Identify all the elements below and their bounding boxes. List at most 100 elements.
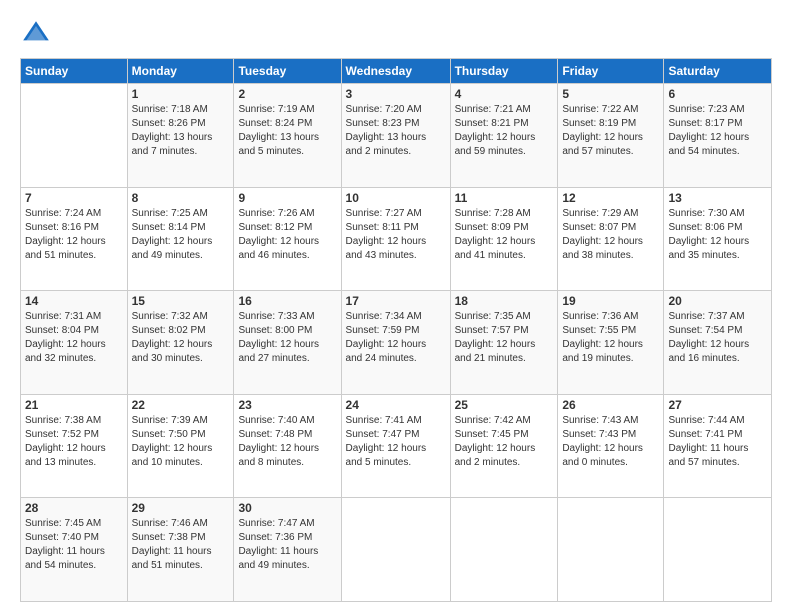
page: SundayMondayTuesdayWednesdayThursdayFrid… — [0, 0, 792, 612]
day-number: 7 — [25, 191, 123, 205]
calendar-cell: 4 Sunrise: 7:21 AM Sunset: 8:21 PM Daylig… — [450, 84, 558, 188]
day-info: Sunrise: 7:34 AM Sunset: 7:59 PM Dayligh… — [346, 310, 446, 366]
calendar-cell: 22Sunrise: 7:39 AM Sunset: 7:50 PM Dayli… — [127, 394, 234, 498]
calendar-cell: 7 Sunrise: 7:24 AM Sunset: 8:16 PM Daylig… — [21, 187, 128, 291]
logo-icon — [20, 18, 52, 50]
logo — [20, 18, 56, 50]
day-number: 30 — [238, 501, 336, 515]
calendar-cell: 24 Sunrise: 7:41 AM Sunset: 7:47 PM Dayli… — [341, 394, 450, 498]
day-number: 23 — [238, 398, 336, 412]
calendar-cell: 6Sunrise: 7:23 AM Sunset: 8:17 PM Daylig… — [664, 84, 772, 188]
calendar-day-header: Friday — [558, 59, 664, 84]
day-number: 21 — [25, 398, 123, 412]
calendar-header-row: SundayMondayTuesdayWednesdayThursdayFrid… — [21, 59, 772, 84]
header — [20, 18, 772, 50]
calendar-day-header: Saturday — [664, 59, 772, 84]
calendar-cell: 15 Sunrise: 7:32 AM Sunset: 8:02 PM Dayli… — [127, 291, 234, 395]
day-info: Sunrise: 7:30 AM Sunset: 8:06 PM Dayligh… — [668, 207, 767, 263]
day-number: 14 — [25, 294, 123, 308]
calendar-week-row: 21 Sunrise: 7:38 AM Sunset: 7:52 PM Dayli… — [21, 394, 772, 498]
calendar-cell: 23 Sunrise: 7:40 AM Sunset: 7:48 PM Dayli… — [234, 394, 341, 498]
day-info: Sunrise: 7:32 AM Sunset: 8:02 PM Dayligh… — [132, 310, 230, 366]
day-info: Sunrise: 7:37 AM Sunset: 7:54 PM Dayligh… — [668, 310, 767, 366]
day-number: 8 — [132, 191, 230, 205]
day-number: 15 — [132, 294, 230, 308]
calendar-week-row: 14 Sunrise: 7:31 AM Sunset: 8:04 PM Dayli… — [21, 291, 772, 395]
calendar-cell — [450, 498, 558, 602]
calendar-cell: 13 Sunrise: 7:30 AM Sunset: 8:06 PM Dayli… — [664, 187, 772, 291]
day-number: 28 — [25, 501, 123, 515]
day-number: 25 — [455, 398, 554, 412]
calendar-cell: 18 Sunrise: 7:35 AM Sunset: 7:57 PM Dayli… — [450, 291, 558, 395]
day-info: Sunrise: 7:20 AM Sunset: 8:23 PM Dayligh… — [346, 103, 446, 159]
day-number: 26 — [562, 398, 659, 412]
calendar-cell — [341, 498, 450, 602]
day-number: 18 — [455, 294, 554, 308]
day-info: Sunrise: 7:25 AM Sunset: 8:14 PM Dayligh… — [132, 207, 230, 263]
day-info: Sunrise: 7:26 AM Sunset: 8:12 PM Dayligh… — [238, 207, 336, 263]
day-info: Sunrise: 7:21 AM Sunset: 8:21 PM Dayligh… — [455, 103, 554, 159]
day-info: Sunrise: 7:27 AM Sunset: 8:11 PM Dayligh… — [346, 207, 446, 263]
calendar-cell: 12 Sunrise: 7:29 AM Sunset: 8:07 PM Dayli… — [558, 187, 664, 291]
calendar-cell: 28 Sunrise: 7:45 AM Sunset: 7:40 PM Dayli… — [21, 498, 128, 602]
day-info: Sunrise: 7:47 AM Sunset: 7:36 PM Dayligh… — [238, 517, 336, 573]
calendar-cell: 25 Sunrise: 7:42 AM Sunset: 7:45 PM Dayli… — [450, 394, 558, 498]
day-number: 19 — [562, 294, 659, 308]
day-number: 4 — [455, 87, 554, 101]
day-info: Sunrise: 7:31 AM Sunset: 8:04 PM Dayligh… — [25, 310, 123, 366]
calendar-cell: 1 Sunrise: 7:18 AM Sunset: 8:26 PM Daylig… — [127, 84, 234, 188]
calendar-cell: 5 Sunrise: 7:22 AM Sunset: 8:19 PM Daylig… — [558, 84, 664, 188]
day-number: 9 — [238, 191, 336, 205]
day-number: 10 — [346, 191, 446, 205]
calendar-cell: 2Sunrise: 7:19 AM Sunset: 8:24 PM Daylig… — [234, 84, 341, 188]
day-info: Sunrise: 7:19 AM Sunset: 8:24 PM Dayligh… — [238, 103, 336, 159]
calendar-cell: 27 Sunrise: 7:44 AM Sunset: 7:41 PM Dayli… — [664, 394, 772, 498]
day-number: 20 — [668, 294, 767, 308]
calendar-week-row: 1 Sunrise: 7:18 AM Sunset: 8:26 PM Daylig… — [21, 84, 772, 188]
day-number: 11 — [455, 191, 554, 205]
day-info: Sunrise: 7:46 AM Sunset: 7:38 PM Dayligh… — [132, 517, 230, 573]
calendar-cell: 9 Sunrise: 7:26 AM Sunset: 8:12 PM Daylig… — [234, 187, 341, 291]
calendar-day-header: Monday — [127, 59, 234, 84]
day-info: Sunrise: 7:28 AM Sunset: 8:09 PM Dayligh… — [455, 207, 554, 263]
calendar-cell: 17Sunrise: 7:34 AM Sunset: 7:59 PM Dayli… — [341, 291, 450, 395]
calendar-day-header: Thursday — [450, 59, 558, 84]
day-info: Sunrise: 7:24 AM Sunset: 8:16 PM Dayligh… — [25, 207, 123, 263]
day-info: Sunrise: 7:41 AM Sunset: 7:47 PM Dayligh… — [346, 414, 446, 470]
calendar-cell: 19Sunrise: 7:36 AM Sunset: 7:55 PM Dayli… — [558, 291, 664, 395]
calendar-cell: 11 Sunrise: 7:28 AM Sunset: 8:09 PM Dayli… — [450, 187, 558, 291]
calendar-cell: 30 Sunrise: 7:47 AM Sunset: 7:36 PM Dayli… — [234, 498, 341, 602]
day-info: Sunrise: 7:45 AM Sunset: 7:40 PM Dayligh… — [25, 517, 123, 573]
calendar-table: SundayMondayTuesdayWednesdayThursdayFrid… — [20, 58, 772, 602]
day-number: 1 — [132, 87, 230, 101]
calendar-cell — [21, 84, 128, 188]
calendar-week-row: 28 Sunrise: 7:45 AM Sunset: 7:40 PM Dayli… — [21, 498, 772, 602]
day-info: Sunrise: 7:40 AM Sunset: 7:48 PM Dayligh… — [238, 414, 336, 470]
day-number: 13 — [668, 191, 767, 205]
calendar-cell — [558, 498, 664, 602]
calendar-day-header: Tuesday — [234, 59, 341, 84]
day-number: 27 — [668, 398, 767, 412]
day-number: 24 — [346, 398, 446, 412]
day-number: 16 — [238, 294, 336, 308]
calendar-cell: 16Sunrise: 7:33 AM Sunset: 8:00 PM Dayli… — [234, 291, 341, 395]
day-info: Sunrise: 7:35 AM Sunset: 7:57 PM Dayligh… — [455, 310, 554, 366]
day-info: Sunrise: 7:44 AM Sunset: 7:41 PM Dayligh… — [668, 414, 767, 470]
calendar-cell — [664, 498, 772, 602]
calendar-week-row: 7 Sunrise: 7:24 AM Sunset: 8:16 PM Daylig… — [21, 187, 772, 291]
day-info: Sunrise: 7:43 AM Sunset: 7:43 PM Dayligh… — [562, 414, 659, 470]
calendar-cell: 21 Sunrise: 7:38 AM Sunset: 7:52 PM Dayli… — [21, 394, 128, 498]
day-info: Sunrise: 7:42 AM Sunset: 7:45 PM Dayligh… — [455, 414, 554, 470]
day-info: Sunrise: 7:38 AM Sunset: 7:52 PM Dayligh… — [25, 414, 123, 470]
day-info: Sunrise: 7:22 AM Sunset: 8:19 PM Dayligh… — [562, 103, 659, 159]
day-info: Sunrise: 7:39 AM Sunset: 7:50 PM Dayligh… — [132, 414, 230, 470]
calendar-cell: 8 Sunrise: 7:25 AM Sunset: 8:14 PM Daylig… — [127, 187, 234, 291]
calendar-cell: 10 Sunrise: 7:27 AM Sunset: 8:11 PM Dayli… — [341, 187, 450, 291]
calendar-day-header: Wednesday — [341, 59, 450, 84]
day-info: Sunrise: 7:29 AM Sunset: 8:07 PM Dayligh… — [562, 207, 659, 263]
day-number: 12 — [562, 191, 659, 205]
day-number: 5 — [562, 87, 659, 101]
calendar-day-header: Sunday — [21, 59, 128, 84]
calendar-cell: 26 Sunrise: 7:43 AM Sunset: 7:43 PM Dayli… — [558, 394, 664, 498]
day-info: Sunrise: 7:18 AM Sunset: 8:26 PM Dayligh… — [132, 103, 230, 159]
